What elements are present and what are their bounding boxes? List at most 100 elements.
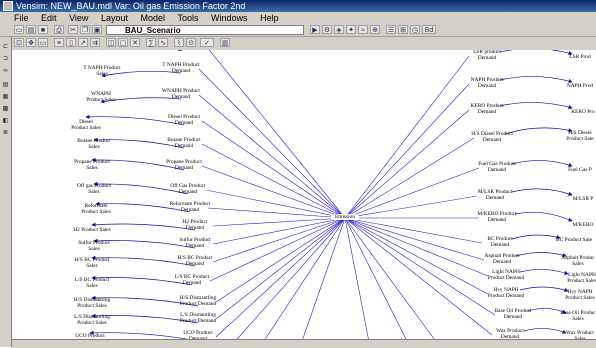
variable-node[interactable]: H/S BC Product Sales: [74, 257, 110, 269]
variable-node[interactable]: BC Product Sale: [556, 237, 593, 243]
link-line[interactable]: [344, 217, 371, 347]
equations-icon[interactable]: ∑: [146, 38, 156, 47]
table-time-icon[interactable]: ≣: [1, 129, 10, 138]
variable-node[interactable]: L/S BC Product Sales: [75, 277, 110, 289]
output-icon[interactable]: ⊞: [398, 25, 408, 34]
variable-node[interactable]: M/LSR Product Demand: [478, 189, 513, 201]
link-line[interactable]: [344, 217, 483, 244]
scenario-field[interactable]: BAU_Scenario: [106, 25, 304, 35]
cut-icon[interactable]: ✂: [68, 25, 78, 34]
variable-node[interactable]: Asphalt Product Demand: [485, 253, 520, 265]
variable-node[interactable]: L/S BC Product Demand: [175, 274, 210, 286]
sensitivity-icon[interactable]: ≈: [358, 25, 368, 34]
variable-node[interactable]: Sulfur Product Sales: [78, 239, 110, 252]
variable-node[interactable]: T KERO ProductSales: [83, 50, 121, 51]
link-line[interactable]: [344, 217, 411, 347]
variable-node[interactable]: Asphalt Produc Sales: [561, 255, 595, 267]
variable-node[interactable]: Light NAPH Product Sales: [567, 272, 596, 284]
loops-tool-icon[interactable]: ∞: [1, 67, 10, 76]
variable-node[interactable]: Off Gas Product Demand: [170, 182, 206, 195]
variable-icon[interactable]: ≡: [54, 38, 64, 47]
link-line[interactable]: [344, 137, 475, 219]
link-line[interactable]: [344, 195, 478, 219]
link-line[interactable]: [344, 217, 496, 316]
menu-help[interactable]: Help: [255, 13, 284, 23]
variable-node[interactable]: T NAPH Product Sales: [83, 65, 121, 77]
variable-node[interactable]: Diesel Product Demand: [168, 114, 200, 126]
menu-windows[interactable]: Windows: [206, 13, 253, 23]
variable-node[interactable]: H/S Diesel Product Demand: [471, 131, 513, 143]
variable-node[interactable]: T KERO ProductDemand: [169, 50, 207, 51]
link-line[interactable]: [344, 55, 470, 219]
causal-arrow[interactable]: [101, 70, 182, 78]
link-line[interactable]: [344, 217, 485, 261]
variable-node[interactable]: Hvy NAPH Product Demand: [488, 287, 525, 299]
link-line[interactable]: [201, 165, 346, 219]
graph-icon[interactable]: ⌇: [174, 38, 184, 47]
variable-node[interactable]: Propane Product Demand: [166, 159, 202, 171]
variable-node[interactable]: H2 Product Demand: [183, 219, 208, 231]
menu-tools[interactable]: Tools: [173, 13, 204, 23]
causal-arrow[interactable]: [511, 160, 573, 167]
graph-tool-icon[interactable]: ▦: [1, 93, 10, 102]
link-line[interactable]: [259, 217, 346, 347]
variable-node[interactable]: L/S Dismantling Product Demand: [180, 312, 217, 324]
causal-arrow[interactable]: [511, 188, 573, 196]
table-tool-icon[interactable]: ▩: [1, 105, 10, 114]
reference-mode-icon[interactable]: ∿: [158, 38, 168, 47]
link-line[interactable]: [215, 217, 346, 320]
variable-node[interactable]: Diesel Product Sales: [71, 119, 101, 131]
optimize-icon[interactable]: ⊕: [370, 25, 380, 34]
variable-node[interactable]: H/S Diesel Product Sale: [566, 130, 594, 142]
variable-node[interactable]: T NAPH Product Demand: [162, 62, 200, 74]
lock-icon[interactable]: ⊡: [14, 38, 24, 47]
variable-node[interactable]: H/S Dismantling Product Demand: [180, 295, 217, 307]
level-icon[interactable]: ▭: [38, 38, 48, 47]
causal-arrow[interactable]: [519, 269, 569, 275]
stock-flow-diagram[interactable]: T KERO ProductSales T KERO ProductDemand T…: [12, 50, 596, 347]
sketch-comment-icon[interactable]: ▢: [118, 38, 128, 47]
run-list-icon[interactable]: ☰: [386, 25, 396, 34]
variable-node[interactable]: Light NAPH Product Demand: [488, 269, 525, 281]
runs-compare-icon[interactable]: ◧: [1, 117, 10, 126]
variable-node[interactable]: LSR product Demand: [473, 50, 501, 61]
variable-node[interactable]: Base Oil Product Demand: [495, 308, 532, 320]
document-icon[interactable]: ▥: [220, 38, 230, 47]
variable-node[interactable]: LSR Prod: [569, 54, 591, 60]
link-line[interactable]: [344, 167, 480, 219]
variable-node[interactable]: Fuel Gas P: [568, 167, 592, 173]
link-line[interactable]: [344, 109, 470, 219]
zoom-icon[interactable]: ⊙: [186, 38, 196, 47]
causal-arrow[interactable]: [519, 286, 569, 292]
link-line[interactable]: [215, 217, 346, 338]
variable-node[interactable]: Reformate Product Demand: [170, 200, 211, 213]
causal-arrow[interactable]: [514, 212, 573, 222]
save-icon[interactable]: ■: [38, 25, 48, 34]
shadow-variable-icon[interactable]: ◫: [106, 38, 116, 47]
variable-node[interactable]: KERO Product Demand: [471, 103, 504, 115]
variable-node[interactable]: Fuel Gas Product Demand: [478, 161, 516, 173]
link-line[interactable]: [198, 68, 346, 219]
build-icon[interactable]: Bd: [422, 25, 436, 34]
variable-node[interactable]: Sulfur Product Demand: [179, 236, 211, 249]
variable-node[interactable]: M/KERO: [573, 222, 594, 228]
variable-node[interactable]: H/S Dismantling Product Sales: [74, 297, 111, 309]
variable-node[interactable]: H2 Product Sales: [73, 227, 110, 233]
causal-arrow[interactable]: [511, 234, 561, 240]
sketch-canvas[interactable]: T KERO ProductSales T KERO ProductDemand T…: [12, 50, 596, 347]
variable-node[interactable]: NAPH Product Demand: [471, 77, 504, 89]
arrow-icon[interactable]: ↗: [78, 38, 88, 47]
link-line[interactable]: [344, 217, 489, 295]
document-tool-icon[interactable]: ▤: [1, 81, 10, 90]
variable-node[interactable]: M/KERO Product Demand: [477, 211, 517, 223]
link-line[interactable]: [201, 143, 346, 219]
variable-node[interactable]: BC Product Demand: [487, 236, 513, 248]
menu-edit[interactable]: Edit: [36, 13, 62, 23]
causal-arrow[interactable]: [499, 102, 573, 110]
variable-node[interactable]: Hvy NAPH Product Sales: [565, 289, 595, 301]
delete-icon[interactable]: ✕: [130, 38, 140, 47]
link-line[interactable]: [209, 217, 346, 282]
causal-arrow[interactable]: [499, 76, 573, 84]
move-icon[interactable]: ✥: [26, 38, 36, 47]
variable-node[interactable]: Reformate Product Sales: [81, 202, 111, 215]
